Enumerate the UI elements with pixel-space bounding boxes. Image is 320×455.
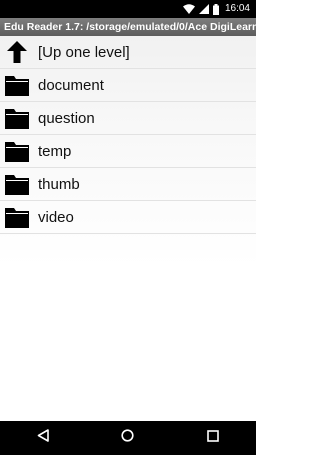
- home-icon: [121, 429, 135, 447]
- signal-icon: [198, 4, 209, 14]
- navigation-bar: [0, 421, 256, 455]
- folder-icon: [5, 172, 29, 196]
- folder-item-video[interactable]: video: [0, 201, 256, 234]
- back-icon: [37, 429, 49, 447]
- battery-icon: [212, 3, 219, 15]
- file-list: [Up one level] document question temp th…: [0, 36, 256, 234]
- home-button[interactable]: [108, 421, 148, 455]
- folder-icon: [5, 139, 29, 163]
- back-button[interactable]: [23, 421, 63, 455]
- item-label: document: [38, 76, 104, 94]
- folder-item-question[interactable]: question: [0, 102, 256, 135]
- item-label: temp: [38, 142, 72, 160]
- item-label: question: [38, 109, 95, 127]
- up-arrow-icon: [5, 40, 29, 64]
- status-icons: 16:04: [182, 2, 250, 16]
- item-label: [Up one level]: [38, 43, 130, 61]
- status-bar: 16:04: [0, 0, 256, 18]
- folder-item-thumb[interactable]: thumb: [0, 168, 256, 201]
- folder-item-temp[interactable]: temp: [0, 135, 256, 168]
- app-title-bar: Edu Reader 1.7: /storage/emulated/0/Ace …: [0, 18, 256, 36]
- status-time: 16:04: [224, 3, 250, 14]
- item-label: video: [38, 208, 74, 226]
- folder-item-document[interactable]: document: [0, 69, 256, 102]
- recents-button[interactable]: [193, 421, 233, 455]
- folder-icon: [5, 106, 29, 130]
- folder-icon: [5, 73, 29, 97]
- folder-icon: [5, 205, 29, 229]
- up-one-level-item[interactable]: [Up one level]: [0, 36, 256, 69]
- wifi-icon: [182, 4, 195, 14]
- recents-icon: [207, 429, 220, 447]
- item-label: thumb: [38, 175, 80, 193]
- file-browser: [Up one level] document question temp th…: [0, 36, 256, 421]
- app-title: Edu Reader 1.7: /storage/emulated/0/Ace …: [4, 21, 256, 33]
